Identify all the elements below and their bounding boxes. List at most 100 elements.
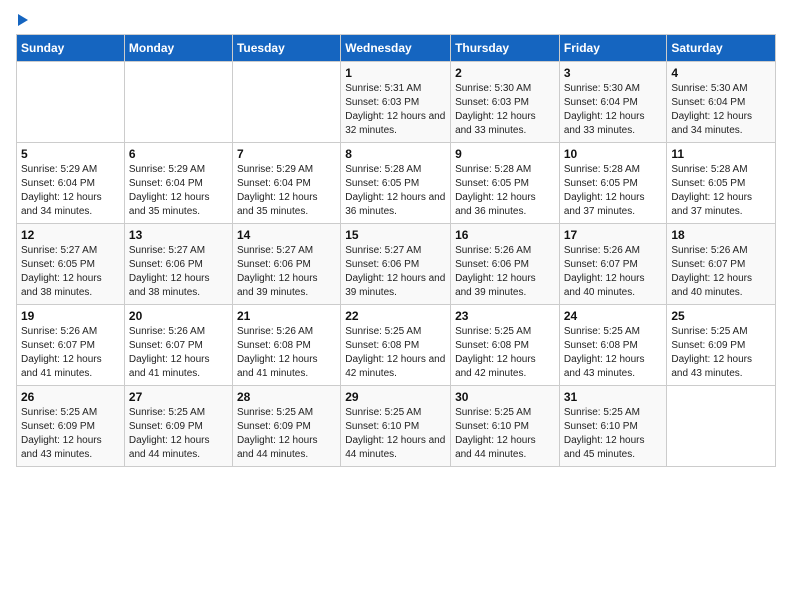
day-number: 29 xyxy=(345,390,446,404)
day-info: Sunrise: 5:25 AMSunset: 6:10 PMDaylight:… xyxy=(455,406,555,462)
calendar-cell: 5 Sunrise: 5:29 AMSunset: 6:04 PMDaylight… xyxy=(17,143,125,224)
calendar-cell: 1 Sunrise: 5:31 AMSunset: 6:03 PMDaylight… xyxy=(341,62,451,143)
calendar-cell: 18Sunrise: 5:26 AMSunset: 6:07 PMDayligh… xyxy=(667,224,776,305)
day-info: Sunrise: 5:26 AMSunset: 6:07 PMDaylight:… xyxy=(129,325,228,381)
day-number: 8 xyxy=(345,147,446,161)
day-number: 3 xyxy=(564,66,663,80)
day-number: 5 xyxy=(21,147,120,161)
calendar-cell: 14 Sunrise: 5:27 AMSunset: 6:06 PMDayligh… xyxy=(232,224,340,305)
calendar-cell: 9Sunrise: 5:28 AMSunset: 6:05 PMDaylight… xyxy=(451,143,560,224)
day-info: Sunrise: 5:27 AMSunset: 6:06 PMDaylight:… xyxy=(237,244,336,300)
day-info: Sunrise: 5:31 AMSunset: 6:03 PMDaylight:… xyxy=(345,82,446,138)
day-number: 11 xyxy=(671,147,771,161)
day-number: 4 xyxy=(671,66,771,80)
day-info: Sunrise: 5:27 AMSunset: 6:06 PMDaylight:… xyxy=(129,244,228,300)
calendar-cell: 26 Sunrise: 5:25 AMSunset: 6:09 PMDayligh… xyxy=(17,386,125,467)
day-info: Sunrise: 5:28 AMSunset: 6:05 PMDaylight:… xyxy=(564,163,663,219)
calendar-table: SundayMondayTuesdayWednesdayThursdayFrid… xyxy=(16,34,776,467)
calendar-cell: 19Sunrise: 5:26 AMSunset: 6:07 PMDayligh… xyxy=(17,305,125,386)
calendar-week-row: 12 Sunrise: 5:27 AMSunset: 6:05 PMDayligh… xyxy=(17,224,776,305)
calendar-cell: 25 Sunrise: 5:25 AMSunset: 6:09 PMDayligh… xyxy=(667,305,776,386)
calendar-cell: 10 Sunrise: 5:28 AMSunset: 6:05 PMDayligh… xyxy=(559,143,667,224)
calendar-cell: 30 Sunrise: 5:25 AMSunset: 6:10 PMDayligh… xyxy=(451,386,560,467)
day-info: Sunrise: 5:25 AMSunset: 6:10 PMDaylight:… xyxy=(345,406,446,462)
day-number: 15 xyxy=(345,228,446,242)
day-info: Sunrise: 5:25 AMSunset: 6:09 PMDaylight:… xyxy=(129,406,228,462)
calendar-cell: 12 Sunrise: 5:27 AMSunset: 6:05 PMDayligh… xyxy=(17,224,125,305)
day-number: 14 xyxy=(237,228,336,242)
day-info: Sunrise: 5:29 AMSunset: 6:04 PMDaylight:… xyxy=(129,163,228,219)
calendar-cell: 11 Sunrise: 5:28 AMSunset: 6:05 PMDayligh… xyxy=(667,143,776,224)
col-header-sunday: Sunday xyxy=(17,35,125,62)
calendar-header-row: SundayMondayTuesdayWednesdayThursdayFrid… xyxy=(17,35,776,62)
day-number: 16 xyxy=(455,228,555,242)
day-number: 27 xyxy=(129,390,228,404)
day-info: Sunrise: 5:25 AMSunset: 6:09 PMDaylight:… xyxy=(237,406,336,462)
day-info: Sunrise: 5:25 AMSunset: 6:09 PMDaylight:… xyxy=(671,325,771,381)
day-number: 9 xyxy=(455,147,555,161)
day-info: Sunrise: 5:29 AMSunset: 6:04 PMDaylight:… xyxy=(237,163,336,219)
day-number: 6 xyxy=(129,147,228,161)
calendar-cell: 3 Sunrise: 5:30 AMSunset: 6:04 PMDaylight… xyxy=(559,62,667,143)
day-info: Sunrise: 5:29 AMSunset: 6:04 PMDaylight:… xyxy=(21,163,120,219)
calendar-cell: 6 Sunrise: 5:29 AMSunset: 6:04 PMDaylight… xyxy=(124,143,232,224)
day-info: Sunrise: 5:25 AMSunset: 6:08 PMDaylight:… xyxy=(564,325,663,381)
day-info: Sunrise: 5:26 AMSunset: 6:07 PMDaylight:… xyxy=(564,244,663,300)
day-info: Sunrise: 5:30 AMSunset: 6:04 PMDaylight:… xyxy=(671,82,771,138)
day-number: 12 xyxy=(21,228,120,242)
day-info: Sunrise: 5:26 AMSunset: 6:07 PMDaylight:… xyxy=(671,244,771,300)
day-info: Sunrise: 5:28 AMSunset: 6:05 PMDaylight:… xyxy=(671,163,771,219)
calendar-cell: 15 Sunrise: 5:27 AMSunset: 6:06 PMDayligh… xyxy=(341,224,451,305)
calendar-cell xyxy=(124,62,232,143)
calendar-week-row: 1 Sunrise: 5:31 AMSunset: 6:03 PMDaylight… xyxy=(17,62,776,143)
calendar-cell: 13 Sunrise: 5:27 AMSunset: 6:06 PMDayligh… xyxy=(124,224,232,305)
calendar-cell: 31 Sunrise: 5:25 AMSunset: 6:10 PMDayligh… xyxy=(559,386,667,467)
day-info: Sunrise: 5:30 AMSunset: 6:03 PMDaylight:… xyxy=(455,82,555,138)
day-info: Sunrise: 5:25 AMSunset: 6:09 PMDaylight:… xyxy=(21,406,120,462)
col-header-saturday: Saturday xyxy=(667,35,776,62)
day-info: Sunrise: 5:26 AMSunset: 6:07 PMDaylight:… xyxy=(21,325,120,381)
calendar-cell: 29 Sunrise: 5:25 AMSunset: 6:10 PMDayligh… xyxy=(341,386,451,467)
col-header-monday: Monday xyxy=(124,35,232,62)
day-info: Sunrise: 5:25 AMSunset: 6:08 PMDaylight:… xyxy=(345,325,446,381)
day-number: 31 xyxy=(564,390,663,404)
day-number: 22 xyxy=(345,309,446,323)
calendar-week-row: 26 Sunrise: 5:25 AMSunset: 6:09 PMDayligh… xyxy=(17,386,776,467)
logo-arrow-icon xyxy=(18,14,28,26)
day-number: 7 xyxy=(237,147,336,161)
calendar-cell: 4 Sunrise: 5:30 AMSunset: 6:04 PMDaylight… xyxy=(667,62,776,143)
calendar-cell: 23Sunrise: 5:25 AMSunset: 6:08 PMDayligh… xyxy=(451,305,560,386)
page-header xyxy=(16,16,776,26)
day-number: 24 xyxy=(564,309,663,323)
day-number: 2 xyxy=(455,66,555,80)
calendar-week-row: 5 Sunrise: 5:29 AMSunset: 6:04 PMDaylight… xyxy=(17,143,776,224)
day-number: 13 xyxy=(129,228,228,242)
calendar-cell: 8 Sunrise: 5:28 AMSunset: 6:05 PMDaylight… xyxy=(341,143,451,224)
day-info: Sunrise: 5:30 AMSunset: 6:04 PMDaylight:… xyxy=(564,82,663,138)
calendar-cell: 20 Sunrise: 5:26 AMSunset: 6:07 PMDayligh… xyxy=(124,305,232,386)
calendar-cell: 17Sunrise: 5:26 AMSunset: 6:07 PMDayligh… xyxy=(559,224,667,305)
calendar-cell: 2 Sunrise: 5:30 AMSunset: 6:03 PMDaylight… xyxy=(451,62,560,143)
day-number: 26 xyxy=(21,390,120,404)
day-number: 20 xyxy=(129,309,228,323)
day-info: Sunrise: 5:25 AMSunset: 6:10 PMDaylight:… xyxy=(564,406,663,462)
logo xyxy=(16,16,28,26)
col-header-wednesday: Wednesday xyxy=(341,35,451,62)
day-number: 30 xyxy=(455,390,555,404)
calendar-cell xyxy=(17,62,125,143)
calendar-cell: 24 Sunrise: 5:25 AMSunset: 6:08 PMDayligh… xyxy=(559,305,667,386)
day-info: Sunrise: 5:27 AMSunset: 6:06 PMDaylight:… xyxy=(345,244,446,300)
day-number: 10 xyxy=(564,147,663,161)
calendar-week-row: 19Sunrise: 5:26 AMSunset: 6:07 PMDayligh… xyxy=(17,305,776,386)
calendar-cell: 16Sunrise: 5:26 AMSunset: 6:06 PMDayligh… xyxy=(451,224,560,305)
calendar-cell: 7 Sunrise: 5:29 AMSunset: 6:04 PMDaylight… xyxy=(232,143,340,224)
day-info: Sunrise: 5:27 AMSunset: 6:05 PMDaylight:… xyxy=(21,244,120,300)
col-header-thursday: Thursday xyxy=(451,35,560,62)
day-number: 23 xyxy=(455,309,555,323)
day-number: 25 xyxy=(671,309,771,323)
day-number: 28 xyxy=(237,390,336,404)
calendar-cell: 21Sunrise: 5:26 AMSunset: 6:08 PMDayligh… xyxy=(232,305,340,386)
day-info: Sunrise: 5:28 AMSunset: 6:05 PMDaylight:… xyxy=(345,163,446,219)
day-number: 1 xyxy=(345,66,446,80)
calendar-cell: 22 Sunrise: 5:25 AMSunset: 6:08 PMDayligh… xyxy=(341,305,451,386)
